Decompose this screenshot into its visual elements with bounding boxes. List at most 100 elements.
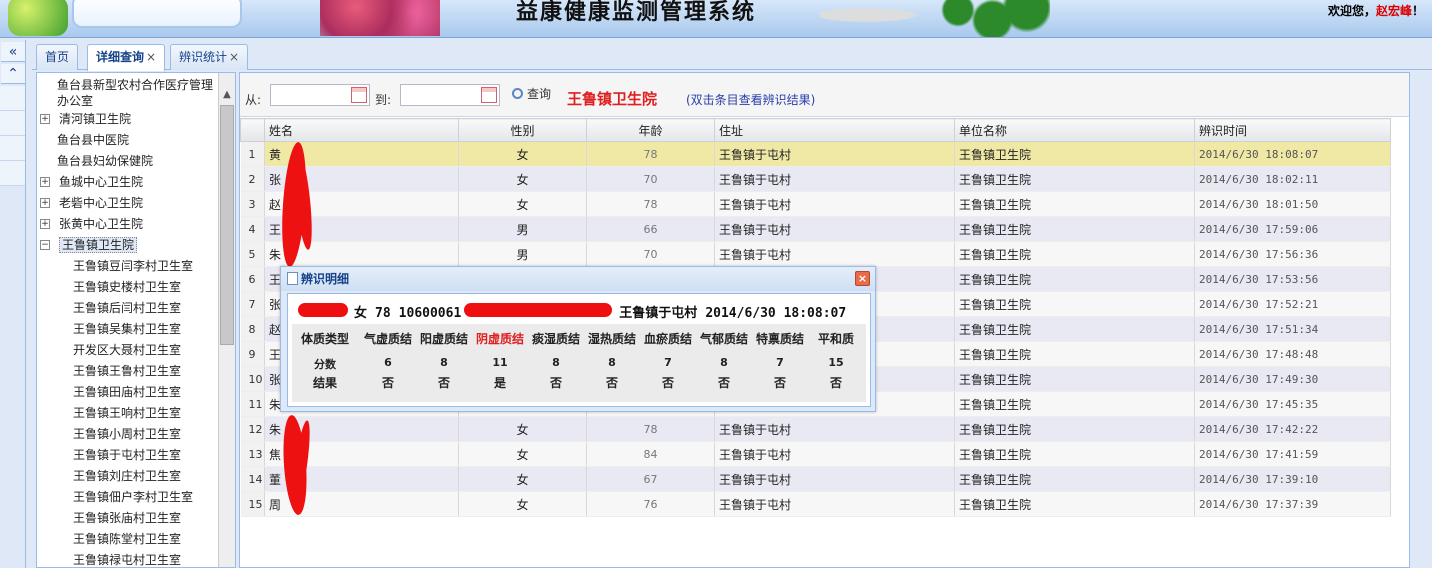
tree-node[interactable]: + 清河镇卫生院	[37, 109, 219, 130]
cell-unit: 王鲁镇卫生院	[954, 316, 1195, 342]
tree-node[interactable]: 王鲁镇刘庄村卫生室	[37, 466, 219, 487]
row-number: 12	[240, 416, 265, 442]
scroll-up-icon[interactable]: ▲	[219, 87, 235, 103]
strip-rows	[0, 86, 25, 186]
collapse-panel-button[interactable]: «	[1, 42, 25, 62]
tab-home-label: 首页	[45, 50, 70, 64]
constitution-score-cell: 7	[664, 356, 672, 369]
column-header-address[interactable]: 住址	[714, 118, 955, 142]
to-date-field[interactable]	[400, 84, 500, 106]
tree-node[interactable]: 鱼台县中医院	[37, 130, 219, 151]
tree-node[interactable]: + 老砦中心卫生院	[37, 193, 219, 214]
tree-node[interactable]: 王鲁镇后闫村卫生室	[37, 298, 219, 319]
tree-node[interactable]: + 张黄中心卫生院	[37, 214, 219, 235]
tree-node[interactable]: 王鲁镇禄屯村卫生室	[37, 550, 219, 567]
cell-unit: 王鲁镇卫生院	[954, 466, 1195, 492]
tree-node-label: 开发区大聂村卫生室	[73, 343, 182, 357]
from-date-field[interactable]	[270, 84, 370, 106]
app-logo	[0, 0, 250, 36]
tree-node[interactable]: 鱼台县新型农村合作医疗管理办公室	[37, 75, 219, 109]
table-row[interactable]: 3 赵女 78 王鲁镇于屯村 王鲁镇卫生院 2014/6/30 18:01:50	[240, 191, 1391, 217]
table-row[interactable]: 5 朱男 70 王鲁镇于屯村 王鲁镇卫生院 2014/6/30 17:56:36	[240, 241, 1391, 267]
close-tab-icon[interactable]: ×	[146, 50, 156, 64]
table-row[interactable]: 14 董女 67 王鲁镇于屯村 王鲁镇卫生院 2014/6/30 17:39:10	[240, 466, 1391, 492]
cell-sex: 男	[458, 241, 587, 267]
welcome-user-link[interactable]: 赵宏峰	[1376, 4, 1412, 18]
dialog-title: 辨识明细	[301, 272, 350, 286]
table-row[interactable]: 12 朱女 78 王鲁镇于屯村 王鲁镇卫生院 2014/6/30 17:42:22	[240, 416, 1391, 442]
expand-node-icon[interactable]: +	[40, 198, 50, 208]
row-number: 10	[240, 366, 265, 392]
constitution-result-cell: 是	[493, 376, 506, 390]
column-header-time[interactable]: 辨识时间	[1194, 118, 1391, 142]
table-row[interactable]: 1 黄女 78 王鲁镇于屯村 王鲁镇卫生院 2014/6/30 18:08:07	[240, 141, 1391, 167]
tree-node[interactable]: 王鲁镇吴集村卫生室	[37, 319, 219, 340]
tree-node[interactable]: 王鲁镇田庙村卫生室	[37, 382, 219, 403]
constitution-score-cell: 11	[492, 356, 508, 369]
row-number: 13	[240, 441, 265, 467]
query-button[interactable]: 查询	[512, 85, 551, 102]
dialog-close-button[interactable]: ×	[855, 271, 870, 286]
table-row[interactable]: 15 周女 76 王鲁镇于屯村 王鲁镇卫生院 2014/6/30 17:37:39	[240, 491, 1391, 517]
constitution-result-cell: 否	[661, 376, 674, 390]
tab-home[interactable]: 首页	[36, 44, 79, 70]
column-header-name[interactable]: 姓名	[264, 118, 459, 142]
cell-time: 2014/6/30 17:59:06	[1194, 216, 1391, 242]
table-row[interactable]: 13 焦女 84 王鲁镇于屯村 王鲁镇卫生院 2014/6/30 17:41:59	[240, 441, 1391, 467]
constitution-score-cell: 8	[608, 356, 616, 369]
cell-time: 2014/6/30 17:49:30	[1194, 366, 1391, 392]
tree-node[interactable]: 王鲁镇于屯村卫生室	[37, 445, 219, 466]
cell-age: 78	[586, 191, 715, 217]
tree-node[interactable]: 王鲁镇王鲁村卫生室	[37, 361, 219, 382]
constitution-table: 体质类型 气虚质结 阳虚质结 阴虚质结 痰湿质结 湿热质结 血瘀质结 气郁质结 特禀质结 平和质 …	[292, 324, 866, 402]
expand-node-icon[interactable]: +	[40, 177, 50, 187]
expand-node-icon[interactable]: +	[40, 219, 50, 229]
welcome-text: 欢迎您，赵宏峰！	[1328, 2, 1424, 19]
calendar-icon[interactable]	[481, 87, 497, 103]
selected-hospital-title: 王鲁镇卫生院	[567, 90, 658, 108]
tree-node[interactable]: 王鲁镇豆闫李村卫生室	[37, 256, 219, 277]
scroll-thumb[interactable]	[220, 105, 234, 345]
cell-address: 王鲁镇于屯村	[714, 191, 955, 217]
constitution-result-cell: 否	[381, 376, 394, 390]
tree-node[interactable]: 开发区大聂村卫生室	[37, 340, 219, 361]
tree-node[interactable]: 鱼台县妇幼保健院	[37, 151, 219, 172]
tree-node[interactable]: 王鲁镇史楼村卫生室	[37, 277, 219, 298]
column-header-age[interactable]: 年龄	[586, 118, 715, 142]
dialog-header[interactable]: 辨识明细 ×	[281, 267, 875, 291]
identification-time: 2014/6/30 18:08:07	[705, 306, 847, 321]
tab-detail-query[interactable]: 详细查询 ×	[87, 44, 166, 71]
cell-time: 2014/6/30 17:53:56	[1194, 266, 1391, 292]
row-number-header	[240, 118, 265, 142]
tree-node[interactable]: 王鲁镇陈堂村卫生室	[37, 529, 219, 550]
calendar-icon[interactable]	[351, 87, 367, 103]
left-collapse-strip: « ⌃	[0, 40, 26, 568]
expand-node-icon[interactable]: +	[40, 114, 50, 124]
column-header-unit[interactable]: 单位名称	[954, 118, 1195, 142]
cell-age: 67	[586, 466, 715, 492]
tree-node[interactable]: − 王鲁镇卫生院	[37, 235, 219, 256]
tree-node-label: 鱼台县中医院	[57, 133, 130, 147]
tree-node[interactable]: + 鱼城中心卫生院	[37, 172, 219, 193]
tree-node[interactable]: 王鲁镇小周村卫生室	[37, 424, 219, 445]
constitution-result-row-label: 结果	[312, 376, 337, 390]
tree-node[interactable]: 王鲁镇佃户李村卫生室	[37, 487, 219, 508]
tree-scrollbar[interactable]: ▲	[218, 73, 235, 567]
tree-node[interactable]: 王鲁镇张庙村卫生室	[37, 508, 219, 529]
close-tab-icon[interactable]: ×	[229, 50, 239, 64]
table-row[interactable]: 4 王男 66 王鲁镇于屯村 王鲁镇卫生院 2014/6/30 17:59:06	[240, 216, 1391, 242]
cell-time: 2014/6/30 18:08:07	[1194, 141, 1391, 167]
tree-node[interactable]: 王鲁镇王响村卫生室	[37, 403, 219, 424]
row-number: 8	[240, 316, 265, 342]
column-header-sex[interactable]: 性别	[458, 118, 587, 142]
table-row[interactable]: 2 张女 70 王鲁镇于屯村 王鲁镇卫生院 2014/6/30 18:02:11	[240, 166, 1391, 192]
cell-unit: 王鲁镇卫生院	[954, 266, 1195, 292]
collapse-node-icon[interactable]: −	[40, 240, 50, 250]
tab-identification-stats[interactable]: 辨识统计 ×	[170, 44, 249, 70]
tree-node-label: 王鲁镇田庙村卫生室	[73, 385, 182, 399]
expand-up-icon[interactable]: ⌃	[1, 64, 25, 84]
cell-sex: 女	[458, 441, 587, 467]
header-banner: 益康健康监测管理系统 欢迎您，赵宏峰！	[0, 0, 1432, 38]
row-number: 4	[240, 216, 265, 242]
constitution-score-cell: 8	[720, 356, 728, 369]
